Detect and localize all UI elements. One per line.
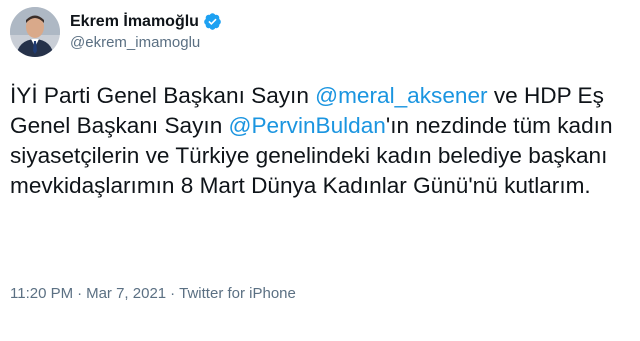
verified-badge-icon: [203, 12, 222, 31]
tweet-metadata: 11:20 PM · Mar 7, 2021 · Twitter for iPhone: [10, 284, 296, 304]
tweet-header: Ekrem İmamoğlu @ekrem_imamoglu: [10, 7, 222, 57]
avatar[interactable]: [10, 7, 60, 57]
author-display-name[interactable]: Ekrem İmamoğlu: [70, 12, 199, 32]
mention-link[interactable]: @PervinBuldan: [229, 113, 386, 138]
meta-separator: ·: [77, 285, 83, 302]
name-row: Ekrem İmamoğlu: [70, 12, 222, 32]
tweet-text-segment: İYİ Parti Genel Başkanı Sayın: [10, 83, 316, 108]
author-handle[interactable]: @ekrem_imamoglu: [70, 33, 222, 53]
author-names: Ekrem İmamoğlu @ekrem_imamoglu: [70, 12, 222, 53]
tweet-date[interactable]: Mar 7, 2021: [86, 285, 166, 302]
avatar-image: [10, 7, 60, 57]
tweet-source[interactable]: Twitter for iPhone: [179, 285, 296, 302]
mention-link[interactable]: @meral_aksener: [315, 83, 487, 108]
tweet-text: İYİ Parti Genel Başkanı Sayın @meral_aks…: [10, 81, 630, 201]
meta-separator: ·: [170, 285, 176, 302]
tweet-time[interactable]: 11:20 PM: [10, 285, 73, 302]
tweet-card: Ekrem İmamoğlu @ekrem_imamoglu İYİ Parti…: [0, 0, 640, 341]
